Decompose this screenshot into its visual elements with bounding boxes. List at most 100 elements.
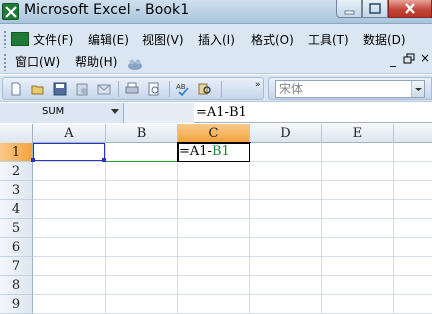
row-header-1[interactable]: 1: [0, 143, 33, 162]
cell-e2[interactable]: [322, 162, 394, 181]
row-header-2[interactable]: 2: [0, 162, 33, 181]
cell-e4[interactable]: [322, 200, 394, 219]
row-header-3[interactable]: 3: [0, 181, 33, 200]
cell-f4[interactable]: [394, 200, 432, 219]
column-header-b[interactable]: B: [106, 124, 178, 143]
font-name-select[interactable]: 宋体: [275, 80, 425, 98]
cell-c2[interactable]: [178, 162, 250, 181]
cell-e1[interactable]: [322, 143, 394, 162]
menu-view[interactable]: 视图(V): [142, 31, 184, 49]
cell-c9[interactable]: [178, 295, 250, 314]
column-header-d[interactable]: D: [250, 124, 322, 143]
cell-c8[interactable]: [178, 276, 250, 295]
cell-d6[interactable]: [250, 238, 322, 257]
menu-tools[interactable]: 工具(T): [308, 31, 349, 49]
cell-d5[interactable]: [250, 219, 322, 238]
cell-b7[interactable]: [106, 257, 178, 276]
cell-d9[interactable]: [250, 295, 322, 314]
row-header-6[interactable]: 6: [0, 238, 33, 257]
row-header-8[interactable]: 8: [0, 276, 33, 295]
menu-edit[interactable]: 编辑(E): [88, 31, 129, 49]
chevron-down-icon[interactable]: [111, 109, 119, 114]
maximize-button[interactable]: [362, 0, 388, 18]
row-header-7[interactable]: 7: [0, 257, 33, 276]
toolbar-options-chevron[interactable]: »: [255, 80, 261, 90]
research-icon[interactable]: [198, 82, 212, 96]
cell-b4[interactable]: [106, 200, 178, 219]
close-button[interactable]: [388, 0, 432, 18]
menu-file[interactable]: 文件(F): [33, 31, 73, 49]
open-icon[interactable]: [31, 82, 45, 96]
minimize-button[interactable]: [336, 0, 362, 18]
row-header-4[interactable]: 4: [0, 200, 33, 219]
cell-a3[interactable]: [33, 181, 106, 200]
formula-input[interactable]: =A1-B1: [196, 105, 247, 120]
cell-d3[interactable]: [250, 181, 322, 200]
menu-grip-handle-2[interactable]: [3, 53, 7, 71]
cell-a5[interactable]: [33, 219, 106, 238]
cell-a4[interactable]: [33, 200, 106, 219]
cell-a6[interactable]: [33, 238, 106, 257]
spelling-icon[interactable]: AB: [176, 82, 190, 96]
cell-b8[interactable]: [106, 276, 178, 295]
email-icon[interactable]: [97, 82, 111, 96]
print-preview-icon[interactable]: [147, 82, 161, 96]
print-icon[interactable]: [125, 82, 139, 96]
permission-icon[interactable]: [75, 82, 89, 96]
cell-d1[interactable]: [250, 143, 322, 162]
cell-f1[interactable]: [394, 143, 432, 162]
mdi-minimize-button[interactable]: _: [386, 53, 400, 67]
cell-f8[interactable]: [394, 276, 432, 295]
column-header-e[interactable]: E: [322, 124, 394, 143]
cell-c7[interactable]: [178, 257, 250, 276]
menu-insert[interactable]: 插入(I): [198, 31, 235, 49]
cell-a9[interactable]: [33, 295, 106, 314]
cell-d8[interactable]: [250, 276, 322, 295]
cell-c4[interactable]: [178, 200, 250, 219]
mdi-close-button[interactable]: ×: [418, 51, 432, 65]
cell-e9[interactable]: [322, 295, 394, 314]
column-header-a[interactable]: A: [33, 124, 106, 143]
cell-c6[interactable]: [178, 238, 250, 257]
cell-a1[interactable]: [31, 143, 106, 162]
cell-a2[interactable]: [33, 162, 106, 181]
cell-b3[interactable]: [106, 181, 178, 200]
cell-f9[interactable]: [394, 295, 432, 314]
menu-help[interactable]: 帮助(H): [75, 53, 117, 71]
cell-d2[interactable]: [250, 162, 322, 181]
cell-c1[interactable]: =A1-B1: [177, 142, 251, 163]
menu-data[interactable]: 数据(D): [363, 31, 406, 49]
new-icon[interactable]: [9, 82, 23, 96]
name-box[interactable]: SUM: [0, 103, 124, 123]
cell-e6[interactable]: [322, 238, 394, 257]
cell-f7[interactable]: [394, 257, 432, 276]
save-icon[interactable]: [53, 82, 67, 96]
cell-d7[interactable]: [250, 257, 322, 276]
cell-e5[interactable]: [322, 219, 394, 238]
assistant-icon[interactable]: [126, 56, 144, 75]
cell-d4[interactable]: [250, 200, 322, 219]
cell-f3[interactable]: [394, 181, 432, 200]
chevron-down-icon[interactable]: [411, 81, 424, 97]
cell-e7[interactable]: [322, 257, 394, 276]
menu-grip-handle[interactable]: [3, 30, 7, 48]
cell-b2[interactable]: [106, 162, 178, 181]
select-all-corner[interactable]: [0, 124, 33, 143]
cell-a8[interactable]: [33, 276, 106, 295]
workbook-icon[interactable]: [11, 32, 29, 46]
cell-f2[interactable]: [394, 162, 432, 181]
column-header-c[interactable]: C: [178, 124, 250, 143]
cell-c3[interactable]: [178, 181, 250, 200]
menu-window[interactable]: 窗口(W): [15, 53, 60, 71]
row-header-9[interactable]: 9: [0, 295, 33, 314]
cell-c5[interactable]: [178, 219, 250, 238]
cell-e3[interactable]: [322, 181, 394, 200]
column-header-f[interactable]: [394, 124, 432, 143]
cell-b1[interactable]: [106, 143, 178, 162]
cell-b9[interactable]: [106, 295, 178, 314]
cell-e8[interactable]: [322, 276, 394, 295]
cell-f5[interactable]: [394, 219, 432, 238]
mdi-restore-button[interactable]: [402, 53, 416, 68]
cell-b5[interactable]: [106, 219, 178, 238]
cell-b6[interactable]: [106, 238, 178, 257]
